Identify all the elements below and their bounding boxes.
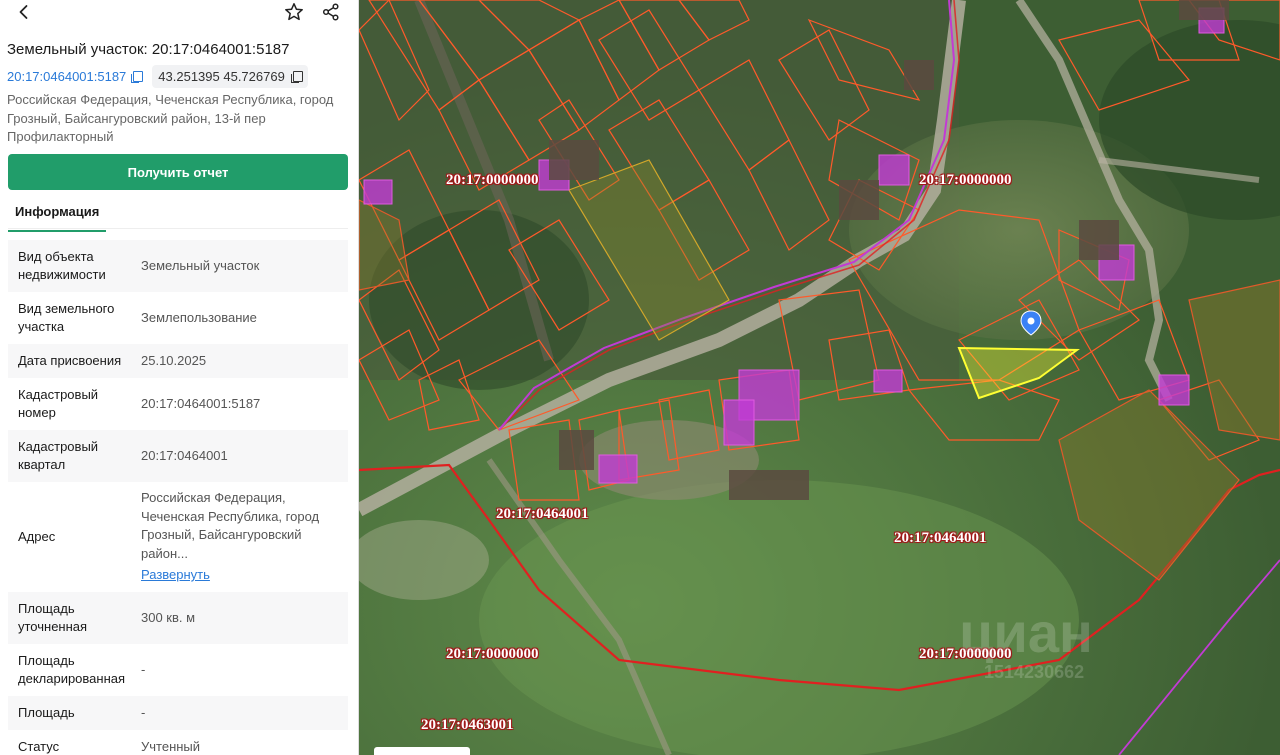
cadastral-label[interactable]: 20:17:0000000 [446, 646, 539, 663]
panel-topbar [0, 0, 358, 26]
info-panel: Земельный участок: 20:17:0464001:5187 20… [0, 0, 359, 755]
table-row: Площадь - [8, 696, 348, 730]
row-key: Вид земельного участка [18, 300, 115, 335]
row-value: Учтенный [141, 738, 201, 754]
cadastral-label[interactable]: 20:17:0000000 [919, 172, 1012, 189]
row-key: Площадь декларированная [18, 652, 126, 687]
info-table: Вид объекта недвижимости Земельный участ… [8, 240, 348, 755]
coordinates-text: 43.251395 45.726769 [158, 69, 285, 84]
row-value: 20:17:0464001 [141, 447, 228, 463]
satellite-map[interactable] [359, 0, 1280, 755]
page-title: Земельный участок: 20:17:0464001:5187 [7, 41, 290, 58]
row-key: Вид объекта недвижимости [18, 248, 106, 283]
map-scale-bar [374, 747, 470, 755]
get-report-button[interactable]: Получить отчет [8, 154, 348, 190]
star-icon [285, 3, 303, 21]
watermark-logo: циан [959, 601, 1093, 664]
row-key: Площадь [18, 704, 75, 720]
table-row: Площадь уточненная 300 кв. м [8, 592, 348, 644]
table-row: Кадастровый номер 20:17:0464001:5187 [8, 378, 348, 430]
expand-address-link[interactable]: Развернуть [141, 566, 348, 585]
table-row: Вид земельного участка Землепользование [8, 292, 348, 344]
row-value: Российская Федерация, Чеченская Республи… [131, 489, 348, 585]
row-value: - [141, 704, 146, 720]
copy-icon [131, 70, 144, 83]
cadastral-label[interactable]: 20:17:0463001 [421, 717, 514, 734]
address-value: Российская Федерация, Чеченская Республи… [141, 490, 320, 561]
app: Земельный участок: 20:17:0464001:5187 20… [0, 0, 1280, 755]
cadastral-number-link[interactable]: 20:17:0464001:5187 [7, 69, 144, 84]
favorite-button[interactable] [282, 0, 306, 24]
cadastral-label[interactable]: 20:17:0000000 [446, 172, 539, 189]
row-value: 300 кв. м [141, 609, 196, 625]
row-value: 25.10.2025 [141, 352, 207, 368]
row-key: Адрес [18, 528, 56, 544]
row-value: Земельный участок [141, 257, 260, 273]
share-button[interactable] [319, 0, 343, 24]
row-value: - [141, 661, 146, 677]
cadastral-label[interactable]: 20:17:0464001 [496, 506, 589, 523]
row-key: Кадастровый номер [18, 386, 99, 421]
table-row: Статус Учтенный [8, 730, 348, 755]
row-value: 20:17:0464001:5187 [141, 395, 261, 411]
tab-divider [8, 228, 348, 229]
chevron-left-icon [19, 5, 28, 19]
copy-icon [290, 70, 303, 83]
parcel-address: Российская Федерация, Чеченская Республи… [7, 92, 334, 144]
table-row: Кадастровый квартал 20:17:0464001 [8, 430, 348, 482]
row-key: Площадь уточненная [18, 600, 88, 635]
back-button[interactable] [12, 0, 36, 24]
cadastral-label[interactable]: 20:17:0464001 [894, 530, 987, 547]
cadastral-number-text: 20:17:0464001:5187 [7, 69, 127, 84]
row-value: Землепользование [141, 309, 257, 325]
row-key: Дата присвоения [18, 352, 122, 368]
coordinates-chip[interactable]: 43.251395 45.726769 [152, 65, 308, 88]
table-row: Дата присвоения 25.10.2025 [8, 344, 348, 378]
identifier-chips: 20:17:0464001:5187 43.251395 45.726769 [7, 65, 308, 88]
row-key: Статус [18, 738, 60, 754]
map-view[interactable]: 20:17:0000000 20:17:0000000 20:17:046400… [359, 0, 1280, 755]
share-icon [322, 3, 339, 21]
watermark-id: 1514230662 [984, 662, 1085, 682]
table-row: Вид объекта недвижимости Земельный участ… [8, 240, 348, 292]
table-row: Площадь декларированная - [8, 644, 348, 696]
table-row: Адрес Российская Федерация, Чеченская Ре… [8, 482, 348, 592]
row-key: Кадастровый квартал [18, 438, 99, 473]
